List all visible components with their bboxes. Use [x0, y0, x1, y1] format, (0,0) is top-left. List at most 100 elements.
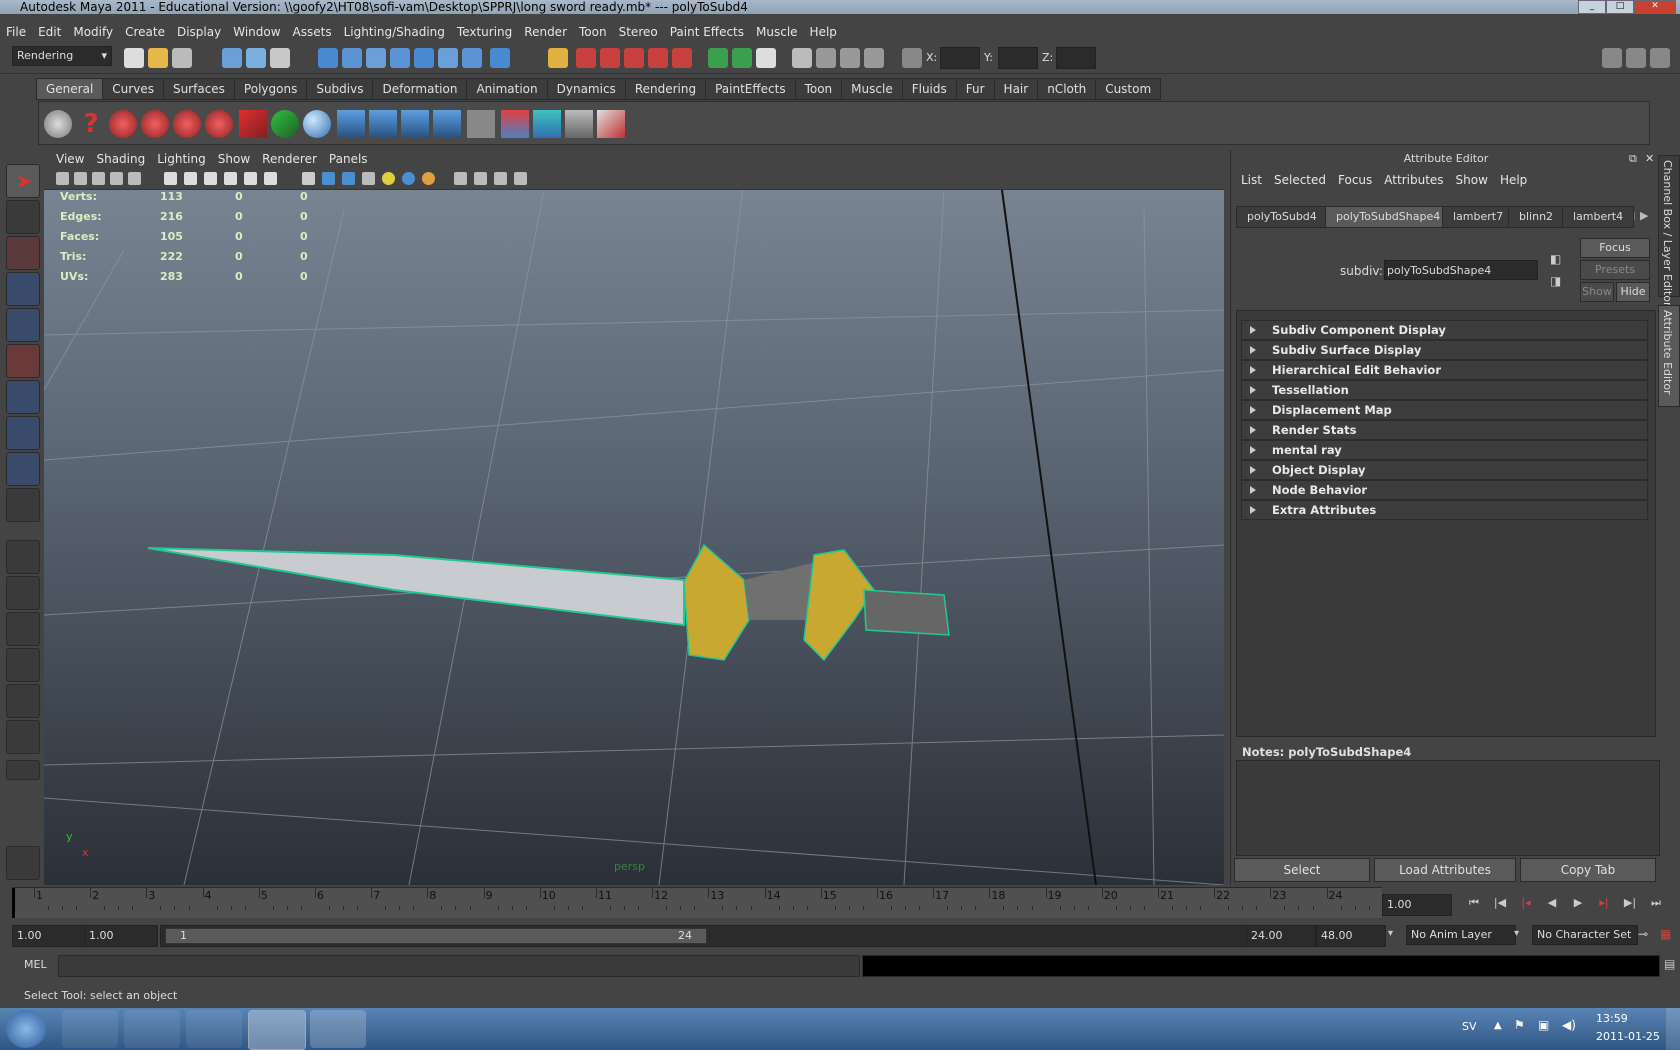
expand-arrow-icon[interactable]	[1250, 326, 1256, 334]
light-bulb-icon[interactable]	[382, 172, 395, 185]
paint-taskbar-icon[interactable]	[310, 1010, 366, 1048]
isolate-cube-icon[interactable]	[302, 172, 315, 185]
ae-tab-lambert4[interactable]: lambert4	[1562, 206, 1635, 228]
lasso-tool-icon[interactable]	[6, 200, 40, 234]
attribute-editor-toggle-icon[interactable]	[1602, 48, 1622, 68]
tab-scroll-right-icon[interactable]: ▶	[1640, 209, 1648, 222]
soft-mod-icon[interactable]	[6, 416, 40, 450]
ae-tab-blinn2[interactable]: blinn2	[1508, 206, 1565, 228]
render-settings-icon[interactable]	[756, 48, 776, 68]
ae-menu-attributes[interactable]: Attributes	[1378, 170, 1449, 190]
shelf-tab-general[interactable]: General	[36, 78, 104, 100]
graph-editor-layout-icon[interactable]	[6, 720, 40, 754]
step-back-key-icon[interactable]: |◀	[1492, 896, 1508, 910]
expand-arrow-icon[interactable]	[1250, 346, 1256, 354]
menu-help[interactable]: Help	[804, 21, 843, 43]
toggle-icon[interactable]	[816, 48, 836, 68]
expand-arrow-icon[interactable]	[1250, 506, 1256, 514]
media-player-icon[interactable]	[186, 1010, 242, 1048]
render-reel-icon-3[interactable]	[173, 110, 201, 138]
shelf-tab-fluids[interactable]: Fluids	[901, 78, 957, 100]
transform-mode-icon[interactable]	[902, 48, 922, 68]
current-time-field[interactable]	[1382, 894, 1452, 916]
select-highlight-icon[interactable]	[454, 172, 467, 185]
menu-modify[interactable]: Modify	[67, 21, 119, 43]
menu-paint-effects[interactable]: Paint Effects	[664, 21, 750, 43]
z-coord-field[interactable]	[1056, 47, 1096, 69]
scale-tool-icon[interactable]	[6, 344, 40, 378]
menu-display[interactable]: Display	[171, 21, 227, 43]
step-back-frame-icon[interactable]: |◂	[1518, 896, 1534, 910]
close-panel-icon[interactable]: ✕	[1645, 152, 1654, 165]
magnet-icon-2[interactable]	[600, 48, 620, 68]
section-mental-ray[interactable]: mental ray	[1241, 440, 1648, 460]
isolate-select-icon[interactable]	[474, 172, 487, 185]
select-object-icon[interactable]	[246, 48, 266, 68]
save-scene-icon[interactable]	[172, 48, 192, 68]
language-indicator[interactable]: SV	[1462, 1020, 1477, 1033]
paint-brush-icon[interactable]	[597, 110, 625, 138]
render-reel-icon[interactable]	[109, 110, 137, 138]
snap-surface-icon[interactable]	[438, 48, 458, 68]
ae-tab-polytosubdshape4[interactable]: polyToSubdShape4	[1325, 206, 1452, 228]
history-icon[interactable]	[462, 48, 482, 68]
textured-icon[interactable]	[224, 172, 237, 185]
channel-box-toggle-icon[interactable]	[1650, 48, 1670, 68]
shelf-tab-muscle[interactable]: Muscle	[841, 78, 903, 100]
magnet-icon-5[interactable]	[672, 48, 692, 68]
maximize-button[interactable]: □	[1606, 0, 1634, 14]
x-coord-field[interactable]	[940, 47, 980, 69]
expand-arrow-icon[interactable]	[1250, 466, 1256, 474]
lock-icon[interactable]	[548, 48, 568, 68]
select-button[interactable]: Select	[1234, 858, 1370, 882]
file-explorer-icon[interactable]	[124, 1010, 180, 1048]
shelf-tab-custom[interactable]: Custom	[1095, 78, 1162, 100]
input-connections-icon[interactable]: ◧	[1550, 252, 1561, 266]
go-to-start-icon[interactable]: ⏮	[1466, 896, 1482, 910]
float-panel-icon[interactable]: ⧉	[1629, 152, 1637, 166]
time-slider[interactable]: 1 2 3 4 5 6 7 8 9 10 11 12 13 14 15 16 17 18 19 20 21 22 23 24	[12, 887, 1382, 918]
universal-manipulator-icon[interactable]	[6, 380, 40, 414]
film-reel-icon[interactable]	[44, 110, 72, 138]
shelf-tab-dynamics[interactable]: Dynamics	[546, 78, 626, 100]
render-reel-icon-2[interactable]	[141, 110, 169, 138]
render-reel-icon-4[interactable]	[205, 110, 233, 138]
section-subdiv-surface-display[interactable]: Subdiv Surface Display	[1241, 340, 1648, 360]
ipr-render-icon[interactable]	[732, 48, 752, 68]
panel-menu-lighting[interactable]: Lighting	[151, 150, 212, 169]
section-hierarchical-edit-behavior[interactable]: Hierarchical Edit Behavior	[1241, 360, 1648, 380]
camera-attributes-icon[interactable]	[74, 172, 87, 185]
sphere-icon[interactable]	[303, 110, 331, 138]
range-slider-handle[interactable]: 1 24	[165, 928, 707, 944]
panel-menu-view[interactable]: View	[50, 150, 90, 169]
menu-render[interactable]: Render	[518, 21, 573, 43]
layout-expand-icon[interactable]	[6, 760, 40, 780]
menu-assets[interactable]: Assets	[287, 21, 338, 43]
box-grid-icon[interactable]	[565, 110, 593, 138]
textured-cube-icon[interactable]	[342, 172, 355, 185]
clock-time[interactable]: 13:59	[1596, 1012, 1628, 1025]
paint-select-tool-icon[interactable]	[6, 236, 40, 270]
last-tool-icon[interactable]	[6, 488, 40, 522]
four-pane-layout-icon[interactable]	[6, 576, 40, 610]
hierarchy-icon-4[interactable]	[433, 110, 461, 138]
mel-label[interactable]: MEL	[24, 958, 47, 971]
single-pane-layout-icon[interactable]	[6, 540, 40, 574]
play-backwards-icon[interactable]: ◀	[1544, 896, 1560, 910]
render-icon[interactable]	[708, 48, 728, 68]
panel-menu-shading[interactable]: Shading	[90, 150, 151, 169]
attribute-editor-side-tab[interactable]: Attribute Editor	[1658, 305, 1680, 407]
hierarchy-icon-2[interactable]	[369, 110, 397, 138]
snap-grid-icon[interactable]	[342, 48, 362, 68]
hotbox-icon[interactable]	[6, 846, 40, 880]
minimize-button[interactable]: _	[1578, 0, 1606, 14]
clock-date[interactable]: 2011-01-25	[1596, 1030, 1660, 1043]
cube-icon[interactable]	[533, 110, 561, 138]
curve-tool-icon[interactable]	[239, 110, 267, 138]
snap-curve-icon[interactable]	[366, 48, 386, 68]
snap-point-icon[interactable]	[390, 48, 410, 68]
start-time-field[interactable]	[12, 925, 86, 947]
show-button[interactable]: Show	[1580, 282, 1614, 302]
shelf-tab-ncloth[interactable]: nCloth	[1037, 78, 1097, 100]
internet-explorer-icon[interactable]	[62, 1010, 118, 1048]
